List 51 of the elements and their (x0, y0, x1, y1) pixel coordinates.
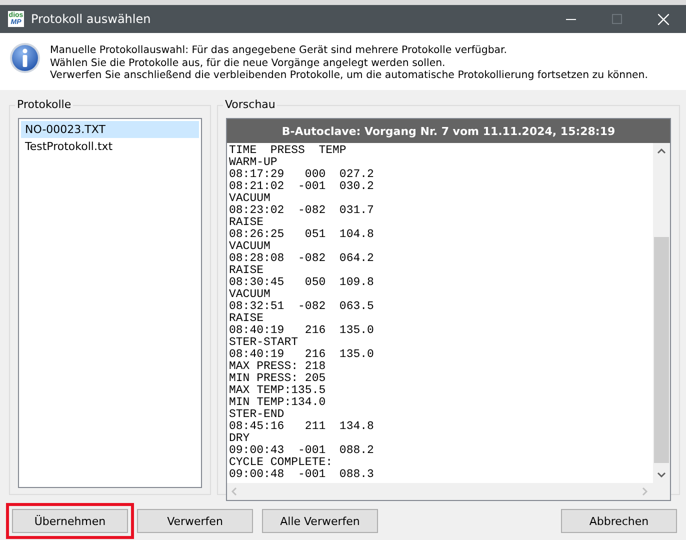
log-line: VACUUM (229, 289, 272, 301)
message-text: Manuelle Protokollauswahl: Für das angegebene Gerät sind mehrere Protokolle verfügbar. (50, 45, 508, 58)
scroll-right-icon[interactable] (642, 487, 648, 496)
protocol-item[interactable]: TestProtokoll.txt (21, 138, 199, 155)
log-line: STER-START (229, 337, 300, 349)
log-line: RAISE (229, 217, 265, 229)
log-line: 08:45:16 211 134.8 (229, 421, 375, 433)
log-line: 08:28:08 -082 064.2 (229, 253, 375, 265)
log-line: CYCLE COMPLETE: (229, 457, 334, 469)
log-line: 09:00:48 -001 088.3 (229, 469, 375, 481)
log-line: DRY (229, 433, 251, 445)
horizontal-scrollbar[interactable] (227, 483, 670, 500)
log-line: 08:30:45 050 109.8 (229, 277, 375, 289)
scroll-left-icon[interactable] (231, 487, 237, 496)
window-title: Protokoll auswählen (31, 12, 152, 26)
scroll-down-icon[interactable] (657, 472, 666, 478)
log-line: VACUUM (229, 241, 272, 253)
vertical-scrollbar[interactable] (653, 143, 670, 483)
log-line: 08:17:29 000 027.2 (229, 169, 375, 181)
log-line: 09:00:43 -001 088.2 (229, 445, 375, 457)
log-line: MAX PRESS: 218 (229, 361, 327, 373)
maximize-icon (612, 14, 622, 24)
minimize-icon (566, 18, 576, 20)
log-line: 08:23:02 -082 031.7 (229, 205, 375, 217)
log-line: MIN TEMP:134.0 (229, 397, 327, 409)
protocol-item[interactable]: NO-00023.TXT (21, 121, 199, 138)
log-line: 08:32:51 -082 063.5 (229, 301, 375, 313)
dialog-button[interactable]: Abbrechen (561, 509, 677, 533)
log-line: MIN PRESS: 205 (229, 373, 327, 385)
log-line: 08:40:19 216 135.0 (229, 349, 375, 361)
dialog-button[interactable]: Übernehmen (12, 509, 128, 533)
dialog-button[interactable]: Alle Verwerfen (262, 509, 378, 533)
log-line: WARM-UP (229, 157, 278, 169)
log-line: RAISE (229, 265, 265, 277)
log-line: 08:21:02 -001 030.2 (229, 181, 375, 193)
message-text: Verwerfen Sie anschließend die verbleibenden Protokolle, um die automatische Protokollierung fortsetzen zu können. (50, 70, 648, 82)
close-icon (658, 14, 668, 24)
group-label: Vorschau (223, 98, 278, 111)
log-line: TIME PRESS TEMP (229, 145, 348, 157)
log-line: STER-END (229, 409, 286, 421)
scroll-up-icon[interactable] (657, 148, 666, 154)
info-icon (9, 42, 41, 74)
log-line: RAISE (229, 313, 265, 325)
log-line: 08:26:25 051 104.8 (229, 229, 375, 241)
group-label: Protokolle (15, 98, 74, 111)
log-line: 08:40:19 216 135.0 (229, 325, 375, 337)
log-line: MAX TEMP:135.5 (229, 385, 327, 397)
dialog-button[interactable]: Verwerfen (137, 509, 253, 533)
log-line: VACUUM (229, 193, 272, 205)
preview-header: B-Autoclave: Vorgang Nr. 7 vom 11.11.2024, 15:28:19 (227, 119, 670, 143)
message-text: Wählen Sie die Protokolle aus, für die neue Vorgänge angelegt werden sollen. (50, 58, 446, 70)
